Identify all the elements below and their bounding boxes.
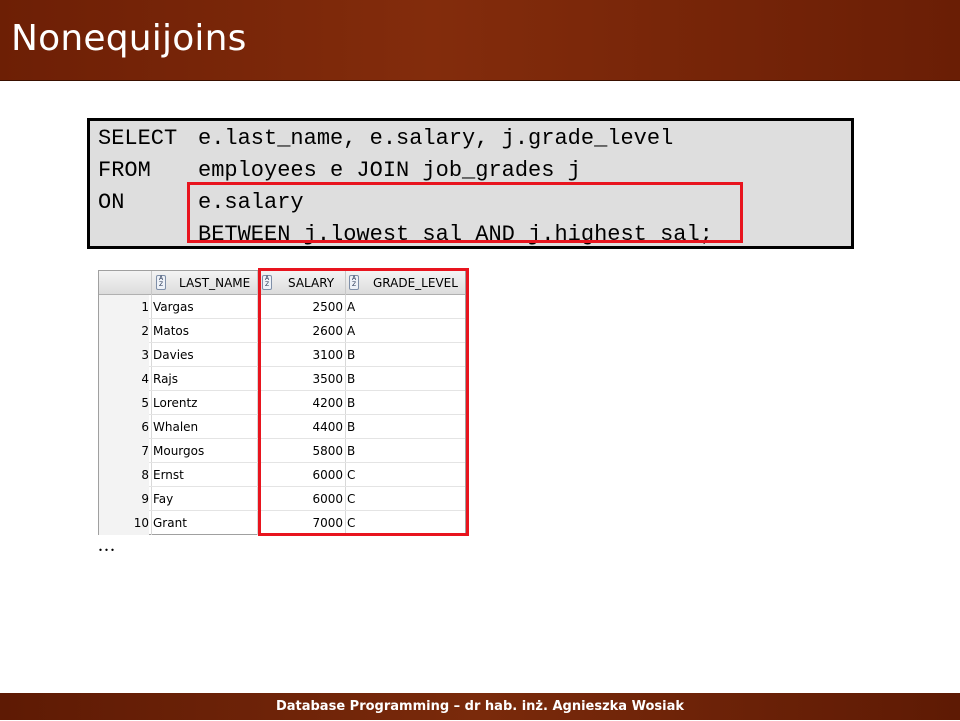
row-number: 9 bbox=[99, 487, 149, 511]
cell-last-name[interactable]: Mourgos bbox=[153, 439, 204, 463]
cell-last-name[interactable]: Vargas bbox=[153, 295, 194, 319]
salary-grade-highlight bbox=[258, 268, 469, 536]
cell-last-name[interactable]: Ernst bbox=[153, 463, 184, 487]
cell-last-name[interactable]: Davies bbox=[153, 343, 194, 367]
cell-last-name[interactable]: Lorentz bbox=[153, 391, 197, 415]
cell-last-name[interactable]: Fay bbox=[153, 487, 173, 511]
row-number: 3 bbox=[99, 343, 149, 367]
row-number: 6 bbox=[99, 415, 149, 439]
row-number: 8 bbox=[99, 463, 149, 487]
slide-title: Nonequijoins bbox=[11, 18, 247, 59]
footer-text: Database Programming – dr hab. inż. Agni… bbox=[275, 699, 685, 714]
cell-last-name[interactable]: Matos bbox=[153, 319, 189, 343]
row-number: 4 bbox=[99, 367, 149, 391]
column-header-last-name[interactable]: AZ LAST_NAME bbox=[151, 271, 257, 295]
code-keyword: ON bbox=[98, 190, 125, 215]
code-keyword: FROM bbox=[98, 158, 151, 183]
column-label: LAST_NAME bbox=[179, 276, 251, 290]
join-condition-highlight bbox=[187, 182, 743, 243]
code-text: e.last_name, e.salary, j.grade_level bbox=[198, 126, 674, 151]
cell-last-name[interactable]: Grant bbox=[153, 511, 187, 535]
code-text: employees e JOIN job_grades j bbox=[198, 158, 581, 183]
row-number: 1 bbox=[99, 295, 149, 319]
title-bar: Nonequijoins bbox=[0, 0, 960, 81]
continuation-ellipsis: ... bbox=[98, 534, 116, 556]
footer-bar: Database Programming – dr hab. inż. Agni… bbox=[0, 693, 960, 720]
row-number: 7 bbox=[99, 439, 149, 463]
cell-last-name[interactable]: Whalen bbox=[153, 415, 198, 439]
cell-last-name[interactable]: Rajs bbox=[153, 367, 178, 391]
code-line-select: SELECT e.last_name, e.salary, j.grade_lev… bbox=[98, 123, 673, 155]
code-keyword: SELECT bbox=[98, 126, 178, 151]
row-number: 5 bbox=[99, 391, 149, 415]
sort-icon[interactable]: AZ bbox=[156, 275, 166, 290]
row-number: 2 bbox=[99, 319, 149, 343]
row-number: 10 bbox=[99, 511, 149, 535]
row-number-header bbox=[99, 271, 151, 295]
